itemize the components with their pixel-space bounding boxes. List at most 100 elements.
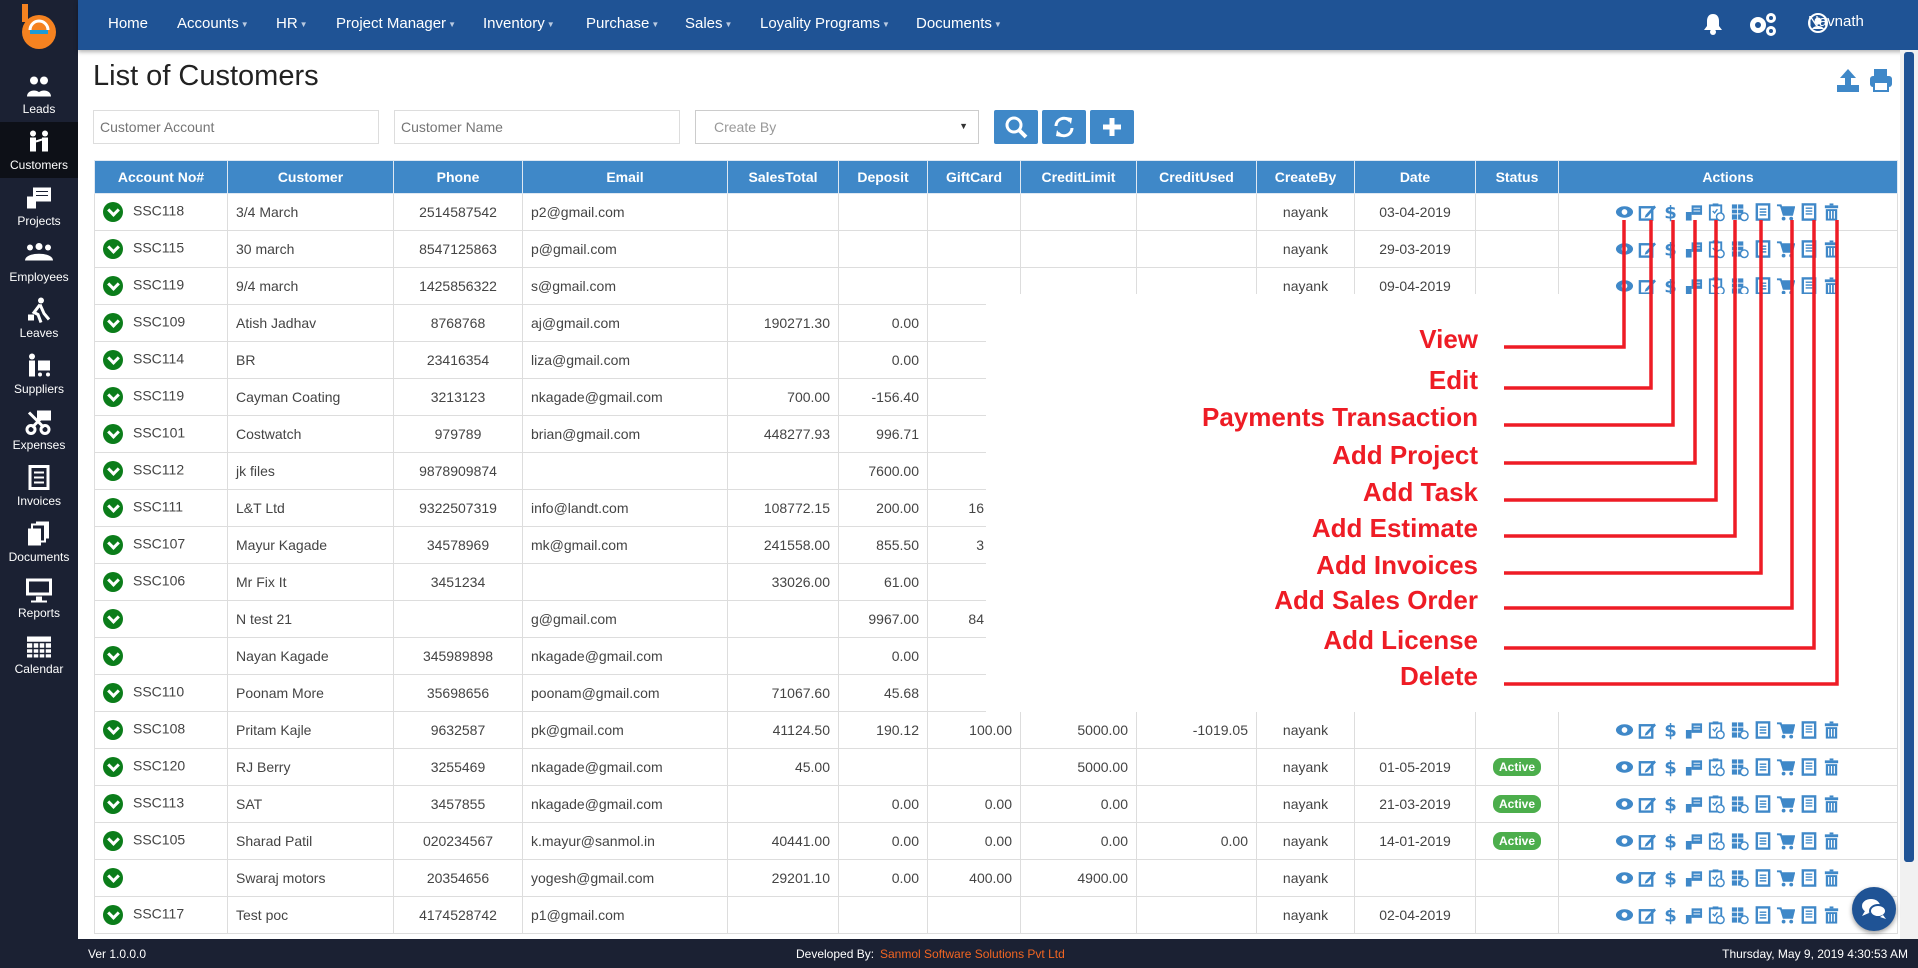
dollar-icon[interactable]: $ (1661, 905, 1680, 925)
estimate-icon[interactable] (1730, 239, 1749, 259)
trash-icon[interactable] (1822, 276, 1841, 296)
trash-icon[interactable] (1822, 868, 1841, 888)
cart-icon[interactable] (1776, 868, 1795, 888)
trash-icon[interactable] (1822, 720, 1841, 740)
task-icon[interactable] (1707, 720, 1726, 740)
eye-icon[interactable] (1615, 202, 1634, 222)
nav-documents[interactable]: Documents ▼ (916, 15, 1002, 32)
eye-icon[interactable] (1615, 868, 1634, 888)
dollar-icon[interactable]: $ (1661, 868, 1680, 888)
nav-home[interactable]: Home (108, 15, 148, 32)
sidebar-item-expenses[interactable]: Expenses (0, 402, 78, 458)
edit-icon[interactable] (1638, 794, 1657, 814)
cart-icon[interactable] (1776, 276, 1795, 296)
check-circle-icon[interactable] (103, 572, 123, 592)
column-header[interactable]: GiftCard (927, 160, 1021, 194)
cart-icon[interactable] (1776, 831, 1795, 851)
nav-hr[interactable]: HR ▼ (276, 15, 308, 32)
sidebar-item-employees[interactable]: Employees (0, 234, 78, 290)
settings-icon[interactable] (1748, 12, 1778, 36)
check-circle-icon[interactable] (103, 239, 123, 259)
sidebar-item-leads[interactable]: Leads (0, 66, 78, 122)
print-icon[interactable] (1869, 68, 1893, 92)
cart-icon[interactable] (1776, 794, 1795, 814)
check-circle-icon[interactable] (103, 424, 123, 444)
customer-account-input[interactable] (93, 110, 379, 144)
edit-icon[interactable] (1638, 905, 1657, 925)
invoice-icon[interactable] (1753, 905, 1772, 925)
edit-icon[interactable] (1638, 720, 1657, 740)
nav-project-manager[interactable]: Project Manager ▼ (336, 15, 456, 32)
license-icon[interactable] (1799, 794, 1818, 814)
license-icon[interactable] (1799, 276, 1818, 296)
sidebar-item-reports[interactable]: Reports (0, 570, 78, 626)
scrollbar-thumb[interactable] (1904, 52, 1914, 862)
check-circle-icon[interactable] (103, 313, 123, 333)
nav-inventory[interactable]: Inventory ▼ (483, 15, 555, 32)
invoice-icon[interactable] (1753, 757, 1772, 777)
create-by-select[interactable]: Create By ▼ (695, 110, 979, 144)
dollar-icon[interactable]: $ (1661, 757, 1680, 777)
trash-icon[interactable] (1822, 831, 1841, 851)
cart-icon[interactable] (1776, 757, 1795, 777)
check-circle-icon[interactable] (103, 757, 123, 777)
trash-icon[interactable] (1822, 905, 1841, 925)
cart-icon[interactable] (1776, 720, 1795, 740)
task-icon[interactable] (1707, 868, 1726, 888)
dollar-icon[interactable]: $ (1661, 276, 1680, 296)
cart-icon[interactable] (1776, 239, 1795, 259)
project-icon[interactable] (1684, 757, 1703, 777)
column-header[interactable]: Deposit (838, 160, 928, 194)
estimate-icon[interactable] (1730, 831, 1749, 851)
estimate-icon[interactable] (1730, 757, 1749, 777)
app-logo[interactable] (18, 4, 60, 50)
edit-icon[interactable] (1638, 276, 1657, 296)
cart-icon[interactable] (1776, 905, 1795, 925)
column-header[interactable]: CreateBy (1256, 160, 1355, 194)
check-circle-icon[interactable] (103, 350, 123, 370)
chat-button[interactable] (1852, 887, 1896, 931)
task-icon[interactable] (1707, 757, 1726, 777)
project-icon[interactable] (1684, 720, 1703, 740)
license-icon[interactable] (1799, 757, 1818, 777)
eye-icon[interactable] (1615, 720, 1634, 740)
license-icon[interactable] (1799, 239, 1818, 259)
check-circle-icon[interactable] (103, 868, 123, 888)
nav-sales[interactable]: Sales ▼ (685, 15, 732, 32)
task-icon[interactable] (1707, 239, 1726, 259)
estimate-icon[interactable] (1730, 202, 1749, 222)
sidebar-item-documents[interactable]: Documents (0, 514, 78, 570)
nav-purchase[interactable]: Purchase ▼ (586, 15, 659, 32)
estimate-icon[interactable] (1730, 868, 1749, 888)
refresh-button[interactable] (1042, 110, 1086, 144)
task-icon[interactable] (1707, 794, 1726, 814)
eye-icon[interactable] (1615, 831, 1634, 851)
dollar-icon[interactable]: $ (1661, 720, 1680, 740)
check-circle-icon[interactable] (103, 202, 123, 222)
sidebar-item-leaves[interactable]: Leaves (0, 290, 78, 346)
estimate-icon[interactable] (1730, 720, 1749, 740)
task-icon[interactable] (1707, 831, 1726, 851)
column-header[interactable]: Date (1354, 160, 1476, 194)
scrollbar[interactable] (1900, 50, 1918, 939)
project-icon[interactable] (1684, 202, 1703, 222)
task-icon[interactable] (1707, 202, 1726, 222)
check-circle-icon[interactable] (103, 609, 123, 629)
check-circle-icon[interactable] (103, 720, 123, 740)
eye-icon[interactable] (1615, 757, 1634, 777)
edit-icon[interactable] (1638, 831, 1657, 851)
invoice-icon[interactable] (1753, 831, 1772, 851)
invoice-icon[interactable] (1753, 794, 1772, 814)
license-icon[interactable] (1799, 202, 1818, 222)
edit-icon[interactable] (1638, 239, 1657, 259)
eye-icon[interactable] (1615, 276, 1634, 296)
invoice-icon[interactable] (1753, 720, 1772, 740)
invoice-icon[interactable] (1753, 276, 1772, 296)
edit-icon[interactable] (1638, 202, 1657, 222)
trash-icon[interactable] (1822, 794, 1841, 814)
estimate-icon[interactable] (1730, 905, 1749, 925)
license-icon[interactable] (1799, 831, 1818, 851)
check-circle-icon[interactable] (103, 905, 123, 925)
check-circle-icon[interactable] (103, 461, 123, 481)
dollar-icon[interactable]: $ (1661, 239, 1680, 259)
